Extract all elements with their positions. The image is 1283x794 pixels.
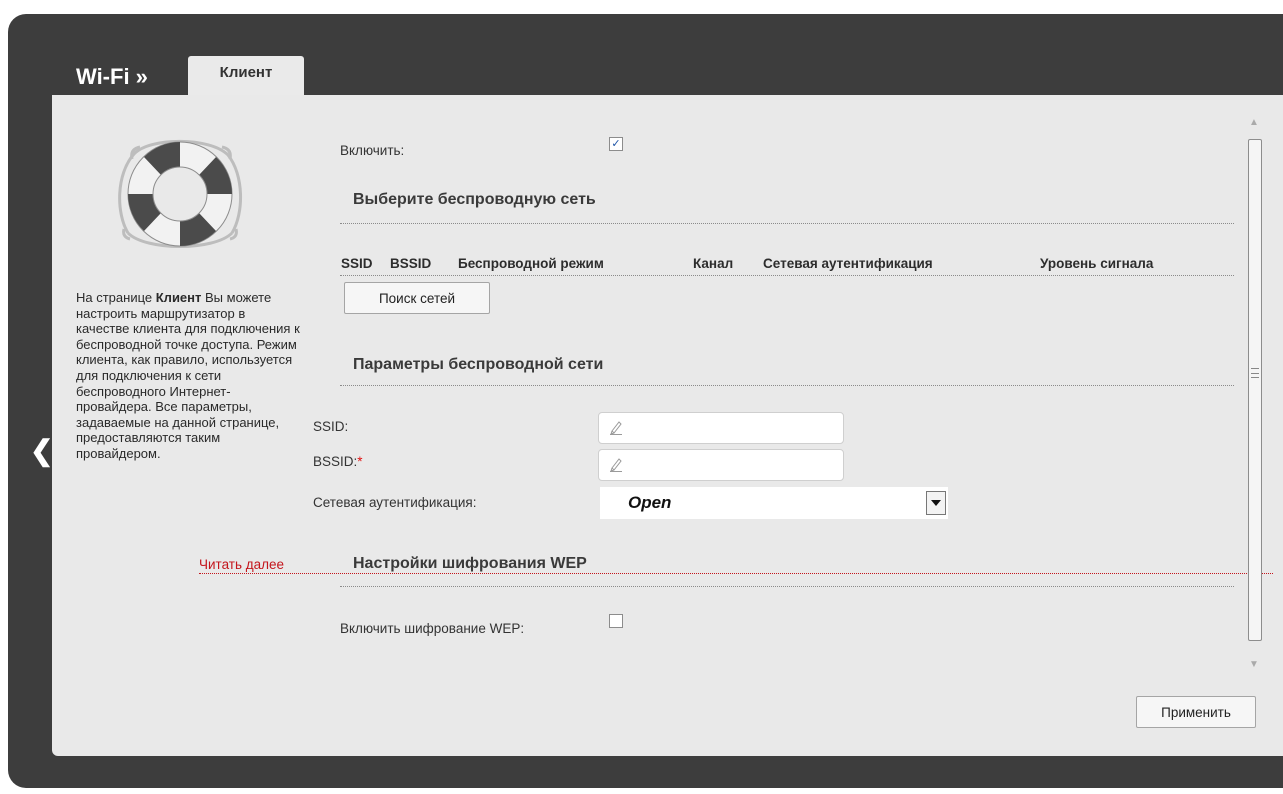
auth-label: Сетевая аутентификация: bbox=[313, 495, 477, 510]
help-bold: Клиент bbox=[155, 290, 202, 305]
enable-label: Включить: bbox=[340, 143, 405, 158]
table-divider bbox=[340, 275, 1234, 276]
wep-enable-label: Включить шифрование WEP: bbox=[340, 621, 525, 636]
col-auth: Сетевая аутентификация bbox=[763, 256, 933, 271]
bssid-input[interactable] bbox=[625, 455, 841, 477]
help-prefix: На странице bbox=[76, 290, 153, 305]
bssid-label: BSSID:* bbox=[313, 454, 363, 469]
ssid-label: SSID: bbox=[313, 419, 349, 434]
pencil-icon bbox=[610, 421, 622, 435]
help-rest: Вы можете настроить маршрутизатор в каче… bbox=[76, 290, 300, 461]
section-divider bbox=[340, 223, 1234, 224]
breadcrumb-wifi[interactable]: Wi-Fi » bbox=[76, 64, 148, 90]
col-ssid: SSID bbox=[341, 256, 373, 271]
grip-icon bbox=[1251, 368, 1259, 378]
scroll-up-icon[interactable]: ▲ bbox=[1246, 117, 1262, 135]
section-divider bbox=[340, 586, 1234, 587]
col-wireless-mode: Беспроводной режим bbox=[458, 256, 604, 271]
section-divider bbox=[340, 385, 1234, 386]
tab-client[interactable]: Клиент bbox=[188, 56, 304, 100]
required-marker: * bbox=[357, 454, 363, 469]
pencil-icon bbox=[610, 458, 622, 472]
main-panel: На странице Клиент Вы можете настроить м… bbox=[52, 95, 1283, 756]
ssid-field-box bbox=[598, 412, 844, 444]
bssid-field-box bbox=[598, 449, 844, 481]
back-arrow-icon[interactable]: ❮ bbox=[30, 437, 53, 465]
auth-select[interactable]: Open bbox=[600, 487, 948, 519]
scrollbar[interactable]: ▲ ▼ bbox=[1246, 117, 1262, 677]
checkmark-icon: ✓ bbox=[611, 138, 621, 150]
col-signal: Уровень сигнала bbox=[1040, 256, 1154, 271]
enable-checkbox[interactable]: ✓ bbox=[609, 137, 623, 151]
params-title: Параметры беспроводной сети bbox=[353, 356, 604, 373]
select-network-title: Выберите беспроводную сеть bbox=[353, 191, 596, 208]
help-text: На странице Клиент Вы можете настроить м… bbox=[76, 290, 300, 462]
scrollbar-thumb[interactable] bbox=[1248, 139, 1262, 641]
search-networks-button[interactable]: Поиск сетей bbox=[344, 282, 490, 314]
apply-button[interactable]: Применить bbox=[1136, 696, 1256, 728]
wep-title: Настройки шифрования WEP bbox=[353, 555, 587, 572]
wep-enable-checkbox[interactable] bbox=[609, 614, 623, 628]
auth-select-value: Open bbox=[628, 493, 672, 512]
col-channel: Канал bbox=[693, 256, 734, 271]
col-bssid: BSSID bbox=[390, 256, 432, 271]
scroll-down-icon[interactable]: ▼ bbox=[1246, 659, 1262, 677]
chevron-down-icon[interactable] bbox=[926, 491, 946, 515]
ssid-input[interactable] bbox=[625, 418, 841, 440]
lifebuoy-icon bbox=[118, 139, 242, 248]
